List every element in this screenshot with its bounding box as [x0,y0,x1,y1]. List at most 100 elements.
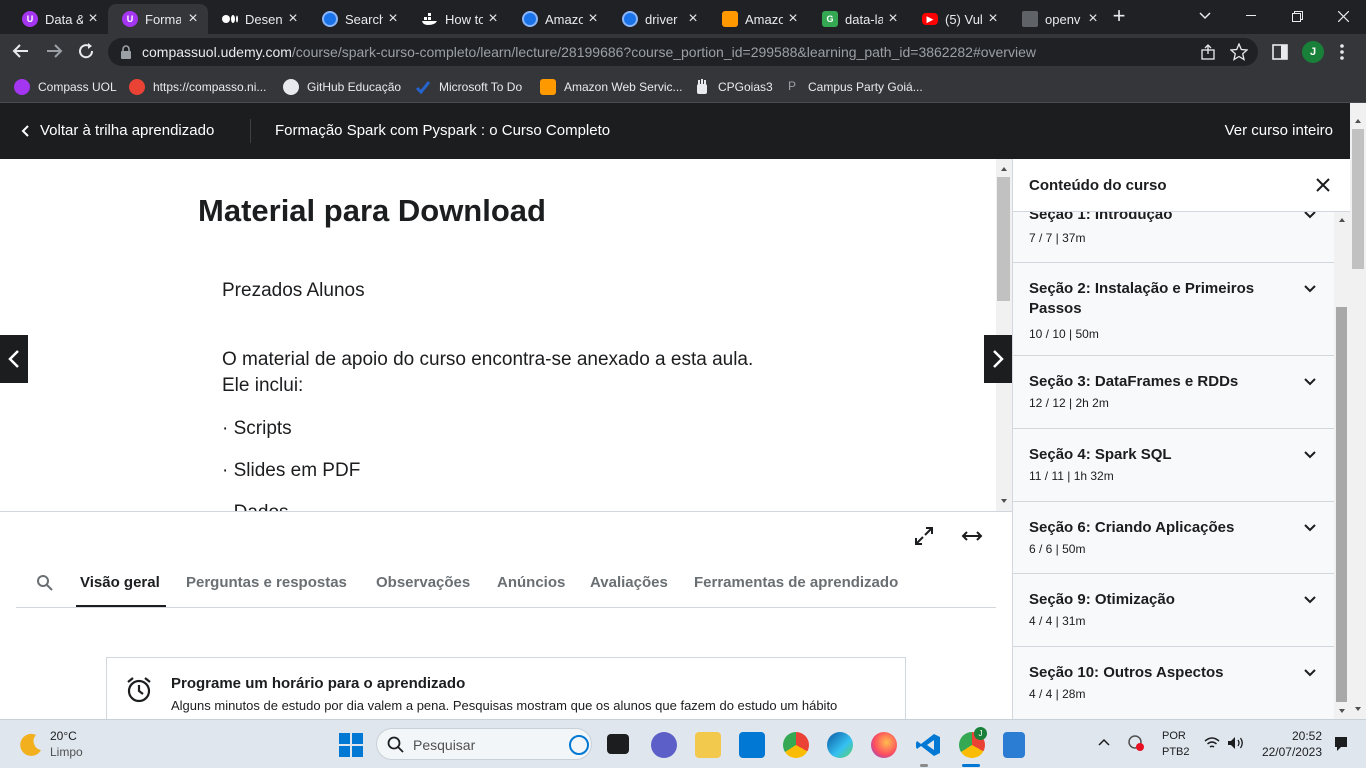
language-line1[interactable]: POR [1162,730,1186,742]
fullscreen-icon[interactable] [914,526,934,546]
page-scrollbar[interactable] [1350,103,1366,719]
close-window-button[interactable] [1320,0,1366,32]
back-arrow-icon[interactable] [12,42,30,60]
menu-kebab-icon[interactable] [1340,43,1344,61]
expand-width-icon[interactable] [961,528,983,544]
reload-icon[interactable] [77,42,95,60]
browser-tab[interactable]: Search × [308,4,408,34]
network-blocked-icon[interactable] [1127,734,1145,752]
prev-lecture-button[interactable] [0,335,28,383]
tab-announcements[interactable]: Anúncios [497,574,565,591]
compasso-icon [129,79,145,95]
wifi-icon[interactable] [1204,736,1220,750]
browser-tab[interactable]: U Data & × [8,4,108,34]
bookmark-cpgoias[interactable]: CPGoias3 [694,77,773,97]
tab-qa[interactable]: Perguntas e respostas [186,574,347,591]
chevron-down-icon [1304,524,1316,532]
browser-tab[interactable]: How to × [408,4,508,34]
clock-time[interactable]: 20:52 [1292,729,1322,743]
vscode-icon[interactable] [915,732,941,758]
close-tab-icon[interactable]: × [186,11,200,27]
bookmark-compass[interactable]: Compass UOL [14,77,117,97]
file-explorer-icon[interactable] [695,732,721,758]
teams-chat-icon[interactable] [651,732,677,758]
browser-tabstrip: U Data & × U Formação × Desenv × Search … [0,0,1366,34]
browser-tab[interactable]: G data-la × [808,4,908,34]
close-tab-icon[interactable]: × [86,11,100,27]
see-full-course-link[interactable]: Ver curso inteiro [1225,122,1333,139]
close-tab-icon[interactable]: × [786,11,800,27]
edge-icon[interactable] [827,732,853,758]
checkmark-icon [415,79,431,95]
close-tab-icon[interactable]: × [386,11,400,27]
bookmark-aws[interactable]: Amazon Web Servic... [540,77,683,97]
bookmark-campusparty[interactable]: P Campus Party Goiá... [784,77,923,97]
volume-icon[interactable] [1227,736,1245,750]
bookmark-todo[interactable]: Microsoft To Do [415,77,522,97]
task-view-icon[interactable] [607,734,629,754]
browser-tab[interactable]: openv × [1008,4,1108,34]
close-tab-icon[interactable]: × [986,11,1000,27]
search-icon[interactable] [36,574,54,592]
browser-tab[interactable]: Amazon × [508,4,608,34]
notification-icon[interactable] [1333,735,1349,753]
chevron-down-icon [1304,596,1316,604]
firefox-icon[interactable] [871,732,897,758]
close-tab-icon[interactable]: × [586,11,600,27]
restore-button[interactable] [1274,0,1320,32]
next-lecture-button[interactable] [984,335,1012,383]
chevron-up-icon[interactable] [1098,738,1110,746]
tab-search-icon[interactable] [1182,0,1228,32]
clock-date[interactable]: 22/07/2023 [1262,745,1322,759]
tab-notes[interactable]: Observações [376,574,470,591]
profile-avatar[interactable]: J [1302,41,1324,63]
new-tab-button[interactable]: + [1096,0,1142,32]
bookmark-compasso[interactable]: https://compasso.ni... [129,77,266,97]
section-item[interactable]: Seção 10: Outros Aspectos 4 / 4 | 28m [1013,647,1334,719]
browser-tab[interactable]: Amazon × [708,4,808,34]
browser-tab[interactable]: Desenv × [208,4,308,34]
browser-tab[interactable]: driver × [608,4,708,34]
weather-moon-icon[interactable] [18,732,44,758]
tab-reviews[interactable]: Avaliações [590,574,668,591]
reminder-title: Programe um horário para o aprendizado [171,675,466,692]
browser-tab-active[interactable]: U Formação × [108,4,208,34]
viewer-controls [0,511,1012,559]
chevron-down-icon [1304,669,1316,677]
tab-overview[interactable]: Visão geral [80,574,160,591]
close-tab-icon[interactable]: × [286,11,300,27]
notepad-icon[interactable] [1003,732,1025,758]
share-icon[interactable] [1200,44,1216,60]
section-item[interactable]: Seção 9: Otimização 4 / 4 | 31m [1013,574,1334,647]
sidebar-scrollbar[interactable] [1334,212,1350,719]
windows-start-icon[interactable] [339,733,363,757]
address-bar[interactable]: compassuol.udemy.com/course/spark-curso-… [108,38,1258,66]
side-panel-icon[interactable] [1272,44,1288,60]
minimize-button[interactable] [1228,0,1274,32]
aws-docs-icon [622,11,638,27]
close-tab-icon[interactable]: × [486,11,500,27]
language-line2[interactable]: PTB2 [1162,746,1190,758]
forward-arrow-icon[interactable] [45,42,63,60]
taskbar-search[interactable]: Pesquisar [376,728,592,760]
close-tab-icon[interactable]: × [886,11,900,27]
back-to-path-link[interactable]: Voltar à trilha aprendizado [20,122,214,139]
tab-learning-tools[interactable]: Ferramentas de aprendizado [694,574,898,591]
microsoft-store-icon[interactable] [739,732,765,758]
section-item[interactable]: Seção 3: DataFrames e RDDs 12 / 12 | 2h … [1013,356,1334,429]
section-item[interactable]: Seção 6: Criando Aplicações 6 / 6 | 50m [1013,502,1334,574]
close-icon[interactable] [1316,178,1330,192]
section-item[interactable]: Seção 4: Spark SQL 11 / 11 | 1h 32m [1013,429,1334,502]
chevron-down-icon [1304,451,1316,459]
section-item[interactable]: Seção 2: Instalação e Primeiros Passos 1… [1013,263,1334,356]
list-item: · Dados [222,502,289,511]
browser-tab[interactable]: ▶ (5) Vul × [908,4,1008,34]
course-header: Voltar à trilha aprendizado Formação Spa… [0,103,1350,159]
chrome-icon[interactable] [783,732,809,758]
browser-toolbar: compassuol.udemy.com/course/spark-curso-… [0,34,1366,70]
bookmark-github[interactable]: GitHub Educação [283,77,401,97]
bookmark-star-icon[interactable] [1230,43,1248,61]
paragraph-line: Ele inclui: [222,375,304,396]
medium-icon [222,11,238,27]
close-tab-icon[interactable]: × [686,11,700,27]
